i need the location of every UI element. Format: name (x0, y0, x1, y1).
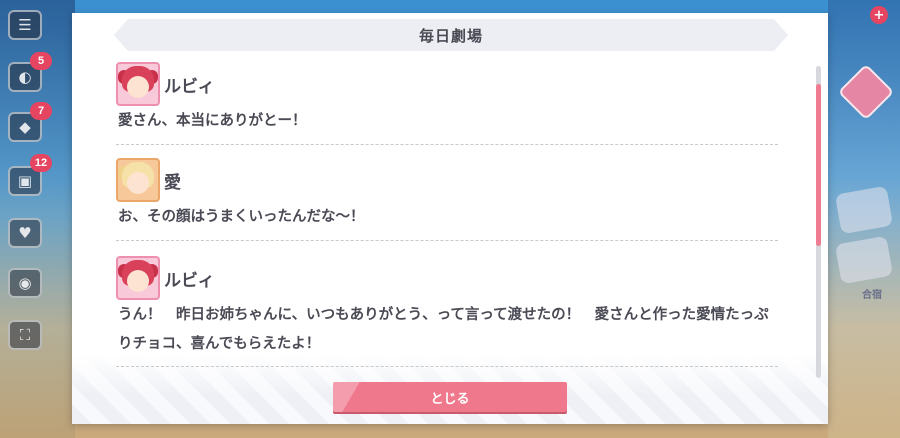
notification-badge: 12 (30, 154, 52, 172)
plus-icon[interactable]: + (870, 6, 888, 24)
dialog-title-bar: 毎日劇場 (114, 19, 788, 51)
speaker-name: ルビィ (164, 270, 215, 291)
ruby-avatar (116, 62, 160, 106)
dialogue-text: お、その顔はうまくいったんだな～！ (118, 209, 365, 225)
speaker-row: ルビィ (116, 61, 778, 107)
dialogue-text: 愛さん、本当にありがとー！ (118, 113, 307, 129)
daily-theater-dialog: 毎日劇場 ルビィ 愛さん、本当にありがとー！ 愛 お、その顔はうまくいったんだな… (72, 13, 828, 424)
dialogue-entry: ルビィ 愛さん、本当にありがとー！ (116, 61, 778, 145)
ruby-avatar (116, 256, 160, 300)
ai-avatar (116, 158, 160, 202)
notification-badge: 5 (30, 52, 52, 70)
close-button[interactable]: とじる (333, 382, 567, 412)
dialog-title: 毎日劇場 (418, 26, 483, 45)
dialogue-log[interactable]: ルビィ 愛さん、本当にありがとー！ 愛 お、その顔はうまくいったんだな～！ ルビ… (116, 61, 782, 371)
close-button-label: とじる (430, 391, 470, 407)
speaker-name: 愛 (164, 172, 181, 193)
scrollbar-thumb[interactable] (816, 84, 821, 246)
dialogue-entry: 愛 お、その顔はうまくいったんだな～！ (116, 157, 778, 241)
speaker-row: 愛 (116, 157, 778, 203)
expand-icon[interactable]: ⛶ (8, 320, 42, 350)
heart-icon[interactable]: ♥ (8, 218, 42, 248)
menu-icon[interactable]: ☰ (8, 10, 42, 40)
dialogue-entry: ルビィ うん！ 昨日お姉ちゃんに、いつもありがとう、って言って渡せたの！ 愛さん… (116, 255, 778, 367)
character-icon[interactable]: ◉ (8, 268, 42, 298)
dialogue-text: うん！ 昨日お姉ちゃんに、いつもありがとう、って言って渡せたの！ 愛さんと作った… (118, 307, 769, 352)
notification-badge: 7 (30, 102, 52, 120)
camp-label[interactable]: 合宿 (862, 286, 882, 301)
speaker-name: ルビィ (164, 76, 215, 97)
scrollbar-track[interactable] (816, 66, 821, 378)
speaker-row: ルビィ (116, 255, 778, 301)
